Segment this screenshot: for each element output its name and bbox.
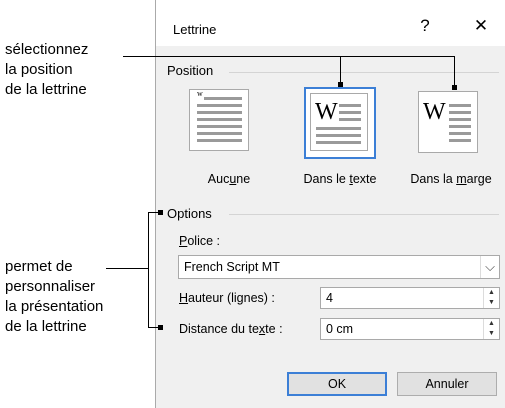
close-button[interactable]: ✕ — [466, 16, 496, 36]
annotation-line: personnaliser — [5, 278, 96, 295]
annotation-bottom: permet de personnaliser la présentation … — [5, 257, 103, 337]
distance-spinner[interactable]: 0 cm ▲ ▼ — [320, 318, 500, 340]
height-value: 4 — [326, 291, 333, 305]
annotation-line: la position — [5, 61, 73, 78]
dropcap-letter-icon: W — [315, 99, 338, 125]
connector-line — [148, 212, 149, 327]
in-margin-thumbnail: W — [418, 91, 478, 153]
connector-dot — [158, 210, 163, 215]
dialog-title: Lettrine — [173, 22, 217, 37]
in-text-thumbnail: W — [304, 87, 376, 159]
dropcap-letter-icon: W — [423, 99, 446, 125]
font-select-value: French Script MT — [184, 260, 280, 274]
connector-line — [106, 268, 148, 269]
chevron-down-icon: ⌵ — [480, 256, 499, 278]
height-label: Hauteur (lignes) : — [179, 291, 275, 305]
connector-dot — [452, 85, 457, 90]
font-label: Police : — [179, 234, 220, 248]
distance-stepper[interactable]: ▲ ▼ — [483, 319, 499, 339]
options-section-title: Options — [167, 206, 212, 221]
help-button[interactable]: ? — [410, 16, 440, 36]
small-letter-icon: w — [197, 89, 203, 98]
connector-line — [123, 56, 455, 57]
option-in-margin-label: Dans la marge — [410, 172, 492, 186]
annotation-line: sélectionnez — [5, 41, 89, 58]
connector-line — [340, 56, 341, 84]
title-bar: Lettrine ? ✕ — [156, 0, 505, 46]
down-arrow-icon[interactable]: ▼ — [484, 329, 499, 339]
option-none[interactable]: w Aucune — [179, 84, 279, 194]
cancel-button[interactable]: Annuler — [397, 372, 497, 396]
up-arrow-icon[interactable]: ▲ — [484, 288, 499, 298]
divider — [229, 72, 499, 73]
down-arrow-icon[interactable]: ▼ — [484, 298, 499, 308]
option-in-text[interactable]: W Dans le texte — [290, 84, 390, 194]
font-select[interactable]: French Script MT ⌵ — [178, 255, 500, 279]
option-in-text-label: Dans le texte — [303, 172, 377, 186]
annotation-line: permet de — [5, 258, 73, 275]
annotation-line: de la lettrine — [5, 318, 87, 335]
distance-label: Distance du texte : — [179, 322, 283, 336]
connector-line — [454, 56, 455, 86]
none-thumbnail: w — [189, 89, 249, 151]
annotation-line: de la lettrine — [5, 81, 87, 98]
connector-dot — [338, 82, 343, 87]
dropcap-dialog: Lettrine ? ✕ Position w Aucune W Dans le… — [155, 0, 505, 408]
divider — [229, 214, 499, 215]
annotation-line: la présentation — [5, 298, 104, 315]
up-arrow-icon[interactable]: ▲ — [484, 319, 499, 329]
connector-dot — [158, 325, 163, 330]
position-section-title: Position — [167, 63, 214, 78]
height-stepper[interactable]: ▲ ▼ — [483, 288, 499, 308]
option-in-margin[interactable]: W Dans la marge — [401, 84, 501, 194]
annotation-top: sélectionnez la position de la lettrine — [5, 40, 88, 100]
distance-value: 0 cm — [326, 322, 354, 336]
option-none-label: Aucune — [207, 172, 251, 186]
ok-button[interactable]: OK — [287, 372, 387, 396]
height-spinner[interactable]: 4 ▲ ▼ — [320, 287, 500, 309]
